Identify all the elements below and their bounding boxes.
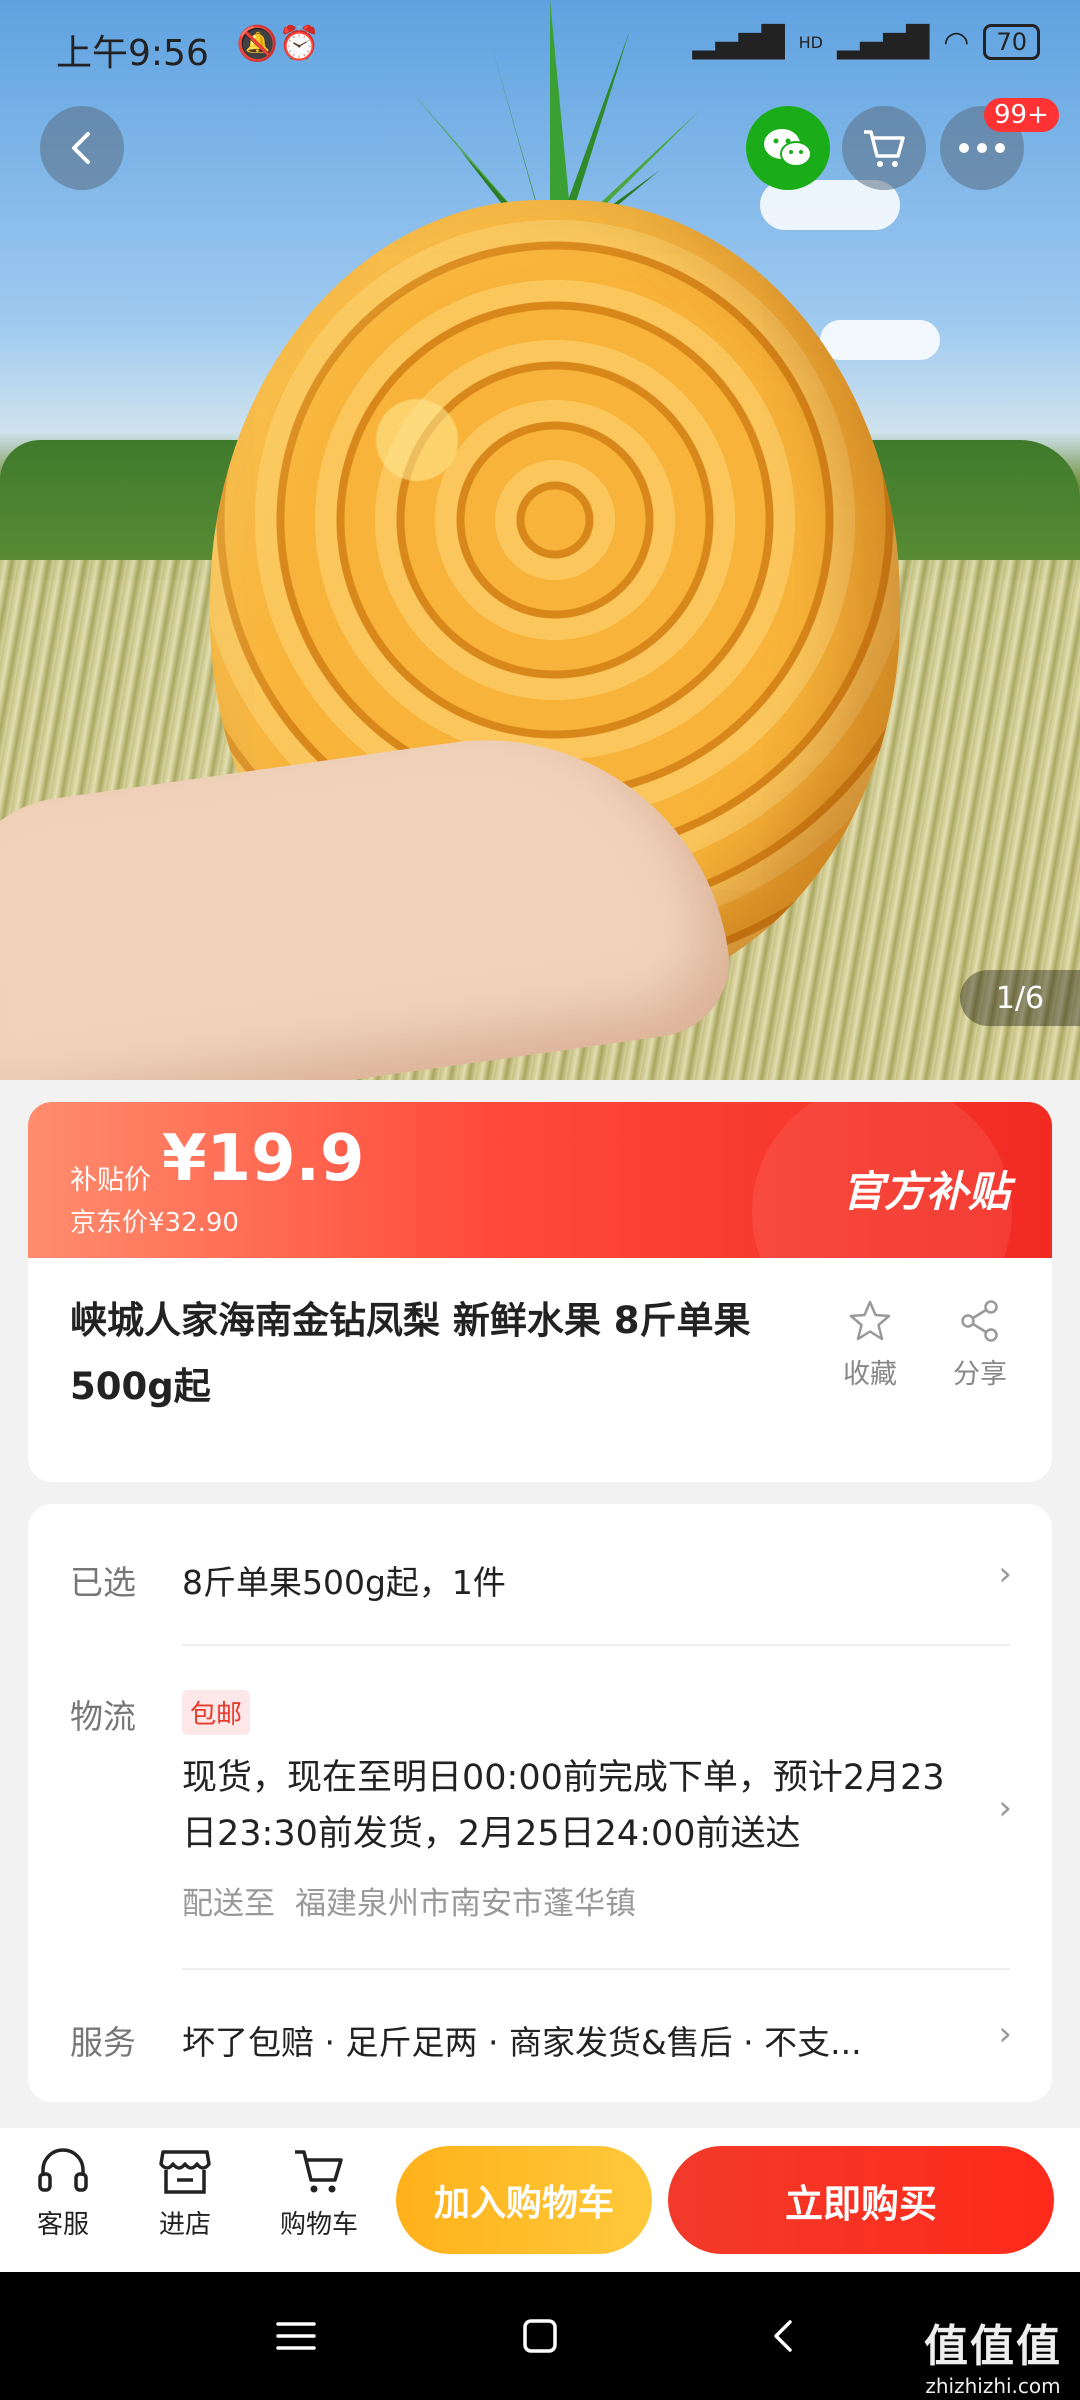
gallery-page-indicator: 1/6 [960,970,1080,1026]
share-icon [961,1300,998,1342]
home-square-icon [523,2319,557,2353]
customer-service-button[interactable]: 客服 [8,2146,118,2241]
product-title: 峡城人家海南金钻凤梨 新鲜水果 8斤单果500g起 [70,1299,751,1408]
official-subsidy-tag: 官方补贴 [841,1167,1010,1216]
cart-label: 购物车 [279,2210,358,2240]
menu-icon [276,2322,316,2350]
cart-icon [295,2150,343,2193]
cart-button-top[interactable] [842,106,926,190]
system-navigation-bar [0,2272,1080,2400]
cart-button[interactable]: 购物车 [264,2146,374,2241]
battery-icon: 70 [983,24,1040,60]
chevron-left-icon [72,132,90,164]
selected-label: 已选 [70,1563,136,1602]
back-button[interactable] [40,106,124,190]
selected-value: 8斤单果500g起，1件 [182,1563,506,1602]
delivery-estimate: 现货，现在至明日00:00前完成下单，预计2月23日23:30前发货，2月25日… [182,1758,945,1854]
favorite-label: 收藏 [843,1359,897,1390]
service-label: 服务 [70,2023,136,2062]
chevron-right-icon: › [998,2014,1012,2054]
address-text: 福建泉州市南安市蓬华镇 [295,1886,636,1922]
deliver-to-label: 配送至 [182,1886,275,1922]
home-nav-button[interactable] [500,2302,580,2370]
purchase-info-card: 已选 8斤单果500g起，1件 › 物流 包邮 现货，现在至明日00:00前完成… [28,1504,1052,2102]
chevron-left-icon [774,2320,792,2352]
wifi-icon: ◠ [943,24,970,60]
back-nav-button[interactable] [744,2302,824,2370]
bottom-action-bar: 客服 进店 购物车 加入购物车 立即购买 [0,2128,1080,2272]
free-shipping-tag: 包邮 [182,1690,251,1735]
delivery-address[interactable]: 配送至 福建泉州市南安市蓬华镇 [182,1878,656,1923]
cloud [820,320,940,360]
notification-badge: 99+ [984,98,1059,132]
service-text: 坏了包赔 · 足斤足两 · 商家发货&售后 · 不支... [182,2023,862,2062]
headset-icon [38,2148,88,2192]
shop-label: 进店 [158,2210,211,2240]
network-label: HD [798,32,823,52]
site-watermark: 值值值 zhizhizhi.com [924,2310,1062,2398]
buy-now-button[interactable]: 立即购买 [668,2146,1054,2254]
watermark-site: zhizhizhi.com [925,2374,1061,2398]
shop-button[interactable]: 进店 [130,2146,240,2241]
favorite-button[interactable]: 收藏 [830,1298,910,1391]
logistics-label: 物流 [70,1697,136,1736]
star-icon [849,1300,891,1341]
status-indicators: ▂▄▆█ HD ▂▄▆█ ◠ 70 [692,24,1040,60]
wechat-icon [764,129,812,167]
divider [182,1968,1010,1970]
chevron-right-icon: › [998,1788,1012,1828]
jd-price: 京东价¥32.90 [70,1208,239,1238]
watermark-logo: 值值值 [924,2321,1062,2372]
mute-alarm-icon: 🔕⏰ [236,24,321,64]
signal-icon: ▂▄▆█ [692,24,785,60]
subsidy-price: ¥19.9 [162,1122,365,1196]
subsidy-price-label: 补贴价 [70,1165,151,1196]
more-dots-icon [959,143,1005,153]
menu-nav-button[interactable] [256,2302,336,2370]
status-time: 上午9:56 [56,33,209,74]
share-button[interactable]: 分享 [940,1298,1020,1391]
chevron-right-icon: › [998,1554,1012,1594]
price-banner: 补贴价 ¥19.9 京东价¥32.90 官方补贴 [28,1102,1052,1258]
product-title-card: 峡城人家海南金钻凤梨 新鲜水果 8斤单果500g起 收藏 分享 [28,1258,1052,1482]
cart-icon [864,130,905,167]
wechat-share-button[interactable] [746,106,830,190]
status-bar: 上午9:56 🔕⏰ ▂▄▆█ HD ▂▄▆█ ◠ 70 [0,0,1080,96]
divider [182,1644,1010,1646]
add-to-cart-button[interactable]: 加入购物车 [396,2146,652,2254]
signal-icon-2: ▂▄▆█ [836,24,930,60]
share-label: 分享 [953,1359,1007,1390]
store-icon [159,2150,211,2194]
customer-service-label: 客服 [36,2210,89,2240]
